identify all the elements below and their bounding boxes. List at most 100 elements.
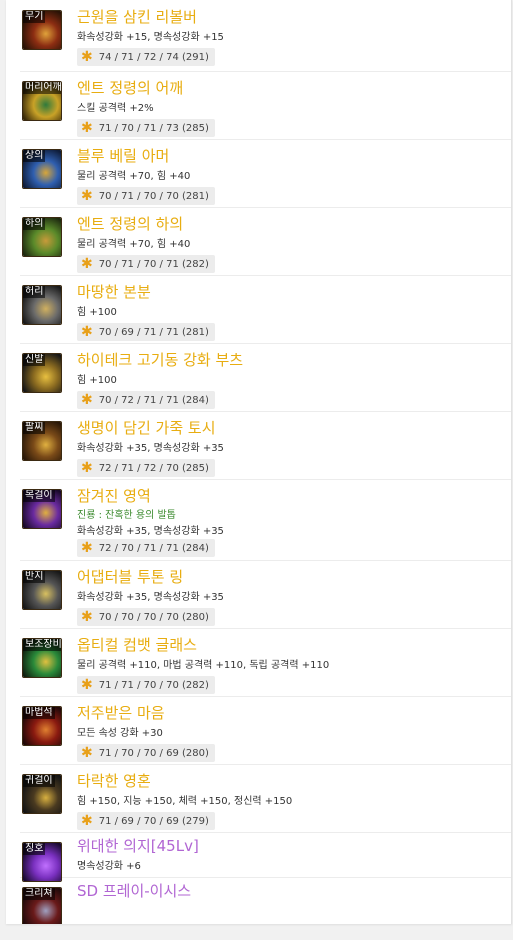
star-icon: ✱ xyxy=(81,813,93,829)
revolver-icon[interactable]: 무기 xyxy=(22,10,62,50)
star-icon: ✱ xyxy=(81,49,93,65)
star-icon: ✱ xyxy=(81,677,93,693)
score-badge: ✱ 70 / 71 / 70 / 71 (282) xyxy=(77,255,215,273)
item-name[interactable]: 근원을 삼킨 리볼버 xyxy=(77,7,197,27)
necklace-icon[interactable]: 목걸이 xyxy=(22,489,62,529)
score-text: 74 / 71 / 72 / 74 (291) xyxy=(98,51,209,63)
item-name[interactable]: 마땅한 본분 xyxy=(77,282,151,302)
item-name[interactable]: 타락한 영혼 xyxy=(77,771,151,791)
slot-label: 신발 xyxy=(23,354,46,366)
item-name[interactable]: SD 프레이-이시스 xyxy=(77,881,191,901)
score-text: 70 / 71 / 70 / 71 (282) xyxy=(98,258,209,270)
slot-label: 보조장비 xyxy=(23,639,62,651)
equipment-row[interactable]: 신발 하이테크 고기동 강화 부츠힘 +100 ✱ 70 / 72 / 71 / 71… xyxy=(20,343,511,412)
slot-label: 목걸이 xyxy=(23,490,55,502)
score-badge: ✱ 71 / 69 / 70 / 69 (279) xyxy=(77,812,215,830)
item-name[interactable]: 생명이 담긴 가죽 토시 xyxy=(77,418,216,438)
item-stat: 물리 공격력 +70, 힘 +40 xyxy=(77,171,191,182)
score-badge: ✱ 70 / 72 / 71 / 71 (284) xyxy=(77,391,215,409)
shoulder-armor-icon[interactable]: 머리어깨 xyxy=(22,81,62,121)
bracelet-icon[interactable]: 팔찌 xyxy=(22,421,62,461)
slot-label: 허리 xyxy=(23,286,46,298)
magic-stone-icon[interactable]: 마법석 xyxy=(22,706,62,746)
score-text: 70 / 72 / 71 / 71 (284) xyxy=(98,394,209,406)
item-stat: 화속성강화 +15, 명속성강화 +15 xyxy=(77,32,224,43)
item-name[interactable]: 엔트 정령의 어깨 xyxy=(77,78,183,98)
score-badge: ✱ 72 / 71 / 72 / 70 (285) xyxy=(77,459,215,477)
item-stat: 명속성강화 +6 xyxy=(77,861,141,872)
slot-label: 상의 xyxy=(23,150,46,162)
slot-label: 머리어깨 xyxy=(23,82,62,94)
star-icon: ✱ xyxy=(81,324,93,340)
star-icon: ✱ xyxy=(81,540,93,556)
equipment-row[interactable]: 귀걸이 타락한 영혼힘 +150, 지능 +150, 체력 +150, 정신력 +… xyxy=(20,764,511,833)
star-icon: ✱ xyxy=(81,120,93,136)
title-icon[interactable]: 칭호 xyxy=(22,842,62,882)
equipment-row[interactable]: 상의 블루 베릴 아머물리 공격력 +70, 힘 +40 ✱ 70 / 71 / 70… xyxy=(20,139,511,208)
star-icon: ✱ xyxy=(81,609,93,625)
ring-icon[interactable]: 반지 xyxy=(22,570,62,610)
equipment-row[interactable]: 목걸이 잠겨진 영역진룡 : 잔혹한 용의 발톱화속성강화 +35, 명속성강화 … xyxy=(20,479,511,561)
glasses-icon[interactable]: 보조장비 xyxy=(22,638,62,678)
star-icon: ✱ xyxy=(81,460,93,476)
creature-icon[interactable]: 크리쳐 xyxy=(22,887,62,924)
mythic-option: 진룡 : 잔혹한 용의 발톱 xyxy=(77,510,176,521)
slot-label: 반지 xyxy=(23,571,46,583)
pants-icon[interactable]: 하의 xyxy=(22,217,62,257)
score-badge: ✱ 70 / 71 / 70 / 70 (281) xyxy=(77,187,215,205)
equipment-row[interactable]: 허리 마땅한 본분힘 +100 ✱ 70 / 69 / 71 / 71 (281) xyxy=(20,275,511,344)
item-name[interactable]: 하이테크 고기동 강화 부츠 xyxy=(77,350,243,370)
item-stat: 스킬 공격력 +2% xyxy=(77,103,154,114)
belt-icon[interactable]: 허리 xyxy=(22,285,62,325)
star-icon: ✱ xyxy=(81,188,93,204)
item-stat: 모든 속성 강화 +30 xyxy=(77,728,163,739)
item-stat: 화속성강화 +35, 명속성강화 +35 xyxy=(77,592,224,603)
item-name[interactable]: 블루 베릴 아머 xyxy=(77,146,169,166)
score-text: 72 / 71 / 72 / 70 (285) xyxy=(98,462,209,474)
item-stat: 화속성강화 +35, 명속성강화 +35 xyxy=(77,526,224,537)
item-stat: 힘 +150, 지능 +150, 체력 +150, 정신력 +150 xyxy=(77,796,293,807)
item-stat: 힘 +100 xyxy=(77,307,117,318)
score-badge: ✱ 71 / 71 / 70 / 70 (282) xyxy=(77,676,215,694)
slot-label: 마법석 xyxy=(23,707,55,719)
item-name[interactable]: 어댑터블 투톤 링 xyxy=(77,567,183,587)
score-badge: ✱ 71 / 70 / 71 / 73 (285) xyxy=(77,119,215,137)
score-text: 70 / 69 / 71 / 71 (281) xyxy=(98,326,209,338)
equipment-row[interactable]: 반지 어댑터블 투톤 링화속성강화 +35, 명속성강화 +35 ✱ 70 / 70 … xyxy=(20,560,511,629)
item-name[interactable]: 저주받은 마음 xyxy=(77,703,165,723)
item-stat: 물리 공격력 +70, 힘 +40 xyxy=(77,239,191,250)
score-badge: ✱ 70 / 69 / 71 / 71 (281) xyxy=(77,323,215,341)
score-text: 71 / 70 / 70 / 69 (280) xyxy=(98,747,209,759)
armor-icon[interactable]: 상의 xyxy=(22,149,62,189)
equipment-row[interactable]: 하의 엔트 정령의 하의물리 공격력 +70, 힘 +40 ✱ 70 / 71 / 7… xyxy=(20,207,511,276)
equipment-row[interactable]: 마법석 저주받은 마음모든 속성 강화 +30 ✱ 71 / 70 / 70 / 69… xyxy=(20,696,511,765)
equipment-row[interactable]: 칭호 위대한 의지[45Lv] 명속성강화 +6 xyxy=(20,832,511,882)
star-icon: ✱ xyxy=(81,256,93,272)
equipment-row[interactable]: 무기 근원을 삼킨 리볼버화속성강화 +15, 명속성강화 +15 ✱ 74 / 71… xyxy=(20,0,511,72)
earring-icon[interactable]: 귀걸이 xyxy=(22,774,62,814)
score-text: 70 / 70 / 70 / 70 (280) xyxy=(98,611,209,623)
equipment-row[interactable]: 크리쳐 SD 프레이-이시스 xyxy=(20,877,511,924)
slot-label: 하의 xyxy=(23,218,46,230)
item-name[interactable]: 옵티컬 컴뱃 글래스 xyxy=(77,635,197,655)
score-badge: ✱ 71 / 70 / 70 / 69 (280) xyxy=(77,744,215,762)
item-stat: 물리 공격력 +110, 마법 공격력 +110, 독립 공격력 +110 xyxy=(77,660,330,671)
item-name[interactable]: 엔트 정령의 하의 xyxy=(77,214,183,234)
equipment-row[interactable]: 팔찌 생명이 담긴 가죽 토시화속성강화 +35, 명속성강화 +35 ✱ 72 / … xyxy=(20,411,511,480)
star-icon: ✱ xyxy=(81,745,93,761)
slot-label: 크리쳐 xyxy=(23,888,55,900)
slot-label: 무기 xyxy=(23,11,46,23)
item-name[interactable]: 위대한 의지[45Lv] xyxy=(77,836,199,856)
star-icon: ✱ xyxy=(81,392,93,408)
score-text: 71 / 71 / 70 / 70 (282) xyxy=(98,679,209,691)
boots-icon[interactable]: 신발 xyxy=(22,353,62,393)
equipment-row[interactable]: 머리어깨 엔트 정령의 어깨스킬 공격력 +2% ✱ 71 / 70 / 71 / 7… xyxy=(20,71,511,140)
item-stat: 힘 +100 xyxy=(77,375,117,386)
item-stat: 화속성강화 +35, 명속성강화 +35 xyxy=(77,443,224,454)
score-text: 70 / 71 / 70 / 70 (281) xyxy=(98,190,209,202)
slot-label: 팔찌 xyxy=(23,422,46,434)
score-text: 72 / 70 / 71 / 71 (284) xyxy=(98,542,209,554)
equipment-row[interactable]: 보조장비 옵티컬 컴뱃 글래스물리 공격력 +110, 마법 공격력 +110, … xyxy=(20,628,511,697)
item-name[interactable]: 잠겨진 영역 xyxy=(77,486,151,506)
score-badge: ✱ 72 / 70 / 71 / 71 (284) xyxy=(77,539,215,557)
